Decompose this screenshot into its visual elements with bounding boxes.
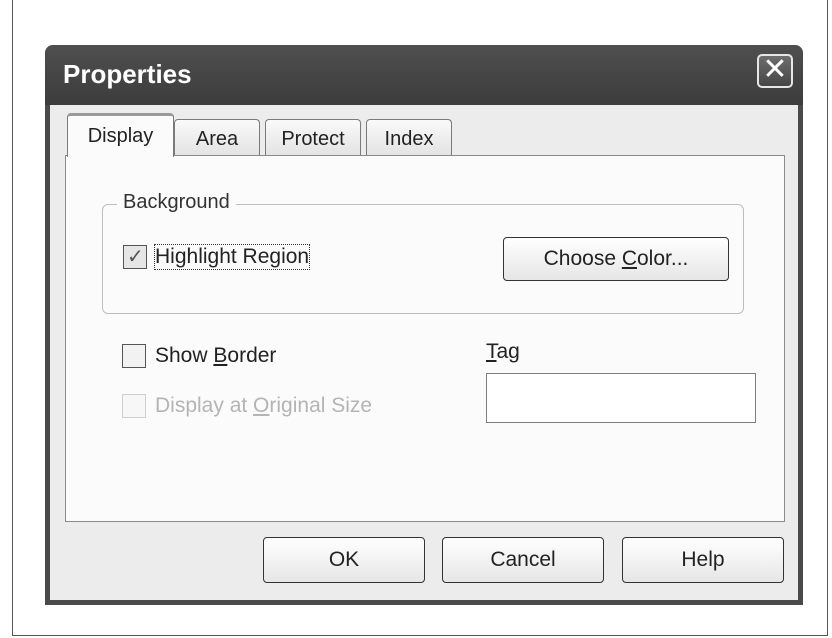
tab-index-label: Index <box>384 128 434 150</box>
ok-button[interactable]: OK <box>263 537 425 583</box>
tab-protect[interactable]: Protect <box>265 119 361 157</box>
tab-protect-label: Protect <box>281 128 345 150</box>
display-original-size-label[interactable]: Display at Original Size <box>155 394 372 418</box>
tab-display-label: Display <box>87 125 154 147</box>
choose-color-label-post: olor... <box>637 247 689 270</box>
highlight-region-checkbox[interactable]: ✓ <box>123 245 147 269</box>
tab-area[interactable]: Area <box>174 119 260 157</box>
dialog-title: Properties <box>63 59 192 89</box>
title-bar[interactable]: Properties ✕ <box>45 45 803 105</box>
tab-display[interactable]: Display <box>67 113 174 157</box>
tag-input[interactable] <box>486 373 756 423</box>
tab-index[interactable]: Index <box>366 119 452 157</box>
cancel-button[interactable]: Cancel <box>442 537 604 583</box>
dialog-client-area: Display Area Protect Index Background ✓ … <box>50 105 798 600</box>
close-button[interactable]: ✕ <box>757 54 793 88</box>
show-border-label[interactable]: Show Border <box>155 344 276 368</box>
tab-area-label: Area <box>195 128 239 150</box>
show-border-checkbox[interactable] <box>122 344 146 368</box>
highlight-region-label[interactable]: Highlight Region <box>153 244 311 270</box>
close-icon: ✕ <box>762 53 788 86</box>
tag-label: Tag <box>486 340 520 363</box>
display-original-size-checkbox[interactable] <box>122 394 146 418</box>
display-tab-panel: Background ✓ Highlight Region Choose Col… <box>65 155 785 522</box>
properties-dialog: Properties ✕ Display Area Protect Index … <box>45 45 803 605</box>
choose-color-mnemonic: C <box>621 247 637 270</box>
choose-color-button[interactable]: Choose Color... <box>503 237 729 281</box>
background-groupbox: Background ✓ Highlight Region Choose Col… <box>102 191 744 314</box>
choose-color-label-pre: Choose <box>543 247 622 270</box>
background-group-label: Background <box>117 191 236 214</box>
check-icon: ✓ <box>127 246 144 268</box>
help-button[interactable]: Help <box>622 537 784 583</box>
